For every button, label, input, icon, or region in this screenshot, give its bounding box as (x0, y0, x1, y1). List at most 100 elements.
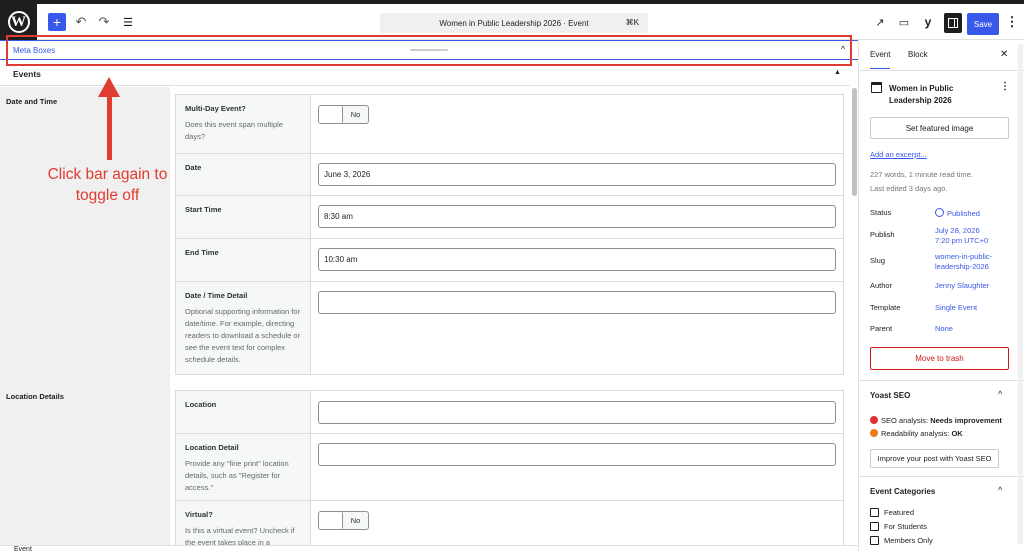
close-icon[interactable]: ✕ (1000, 49, 1008, 60)
checkbox[interactable] (870, 508, 879, 517)
yoast-panel-title[interactable]: Yoast SEO (870, 391, 910, 400)
field-name: Location (185, 400, 217, 409)
parent-value[interactable]: None (935, 324, 953, 334)
set-featured-image-button[interactable]: Set featured image (870, 117, 1009, 139)
checkbox[interactable] (870, 522, 879, 531)
sidebar-tabs: Event Block ✕ (859, 40, 1024, 71)
view-post-icon[interactable]: ↗ (873, 12, 887, 32)
last-edited: Last edited 3 days ago. (870, 184, 948, 193)
location-form: Location Location Detail Provide any "fi… (175, 390, 844, 551)
template-key: Template (870, 303, 901, 312)
preview-device-icon[interactable]: ▭ (897, 12, 911, 32)
category-checkbox[interactable]: Members Only (870, 536, 933, 545)
location-section-label: Location Details (6, 392, 64, 401)
toggle-value: No (350, 110, 361, 119)
breadcrumb[interactable]: Event (14, 546, 32, 553)
wordpress-icon: W (7, 11, 30, 33)
readability-label: Readability analysis: (881, 429, 950, 438)
form-row: Location Detail Provide any "fine print"… (176, 434, 843, 501)
divider (859, 380, 1024, 381)
move-to-trash-button[interactable]: Move to trash (870, 347, 1009, 370)
field-label-cell: Start Time (176, 196, 311, 238)
virtual-toggle[interactable]: No (318, 511, 369, 530)
field-name: End Time (185, 248, 219, 257)
field-description: Optional supporting information for date… (185, 307, 301, 364)
date-time-detail-input[interactable] (318, 291, 836, 314)
category-checkbox[interactable]: For Students (870, 522, 927, 531)
chevron-up-icon[interactable]: ^ (998, 485, 1002, 495)
checkbox[interactable] (870, 536, 879, 545)
field-label-cell: Date / Time Detail Optional supporting i… (176, 282, 311, 374)
field-name: Virtual? (185, 510, 213, 519)
post-title: Women in Public Leadership 2026 (889, 84, 954, 105)
drag-handle[interactable] (410, 49, 448, 51)
slug-value[interactable]: women-in-public- leadership-2026 (935, 252, 992, 272)
toggle-knob (319, 106, 343, 123)
events-panel-header[interactable]: Events ▲ (0, 62, 850, 86)
field-label-cell: Date (176, 154, 311, 195)
category-checkbox[interactable]: Featured (870, 508, 914, 517)
yoast-icon[interactable]: y (921, 12, 935, 32)
start-time-input[interactable]: 8:30 am (318, 205, 836, 228)
editor-toolbar: W + ↶ ↷ ☰ Women in Public Leadership 202… (0, 4, 1024, 40)
arrow-shaft (107, 94, 112, 160)
field-label-cell: Location Detail Provide any "fine print"… (176, 434, 311, 500)
settings-sidebar: Event Block ✕ Women in Public Leadership… (858, 40, 1024, 551)
location-input[interactable] (318, 401, 836, 424)
tab-block[interactable]: Block (908, 50, 928, 59)
status-value[interactable]: Published (935, 208, 980, 219)
field-label-cell: Multi-Day Event? Does this event span mu… (176, 95, 311, 153)
readability-analysis: Readability analysis: OK (870, 429, 963, 438)
field-description: Does this event span multiple days? (185, 120, 283, 141)
sidebar-scrollbar[interactable] (1018, 44, 1023, 544)
status-key: Status (870, 208, 892, 217)
event-categories-title[interactable]: Event Categories (870, 487, 935, 496)
author-key: Author (870, 281, 893, 290)
category-label: Featured (884, 508, 915, 517)
template-value[interactable]: Single Event (935, 303, 977, 313)
slug-key: Slug (870, 256, 886, 265)
field-name: Date / Time Detail (185, 291, 248, 300)
command-palette-bar[interactable]: Women in Public Leadership 2026 · Event … (380, 13, 648, 33)
section-label-column (0, 87, 170, 551)
field-label-cell: End Time (176, 239, 311, 281)
seo-value: Needs improvement (930, 416, 1002, 425)
location-detail-input[interactable] (318, 443, 836, 466)
shortcut-hint: ⌘K (625, 18, 639, 27)
toggle-value: No (350, 516, 361, 525)
post-actions-icon[interactable]: ⋮ (1000, 81, 1010, 92)
form-row: Start Time 8:30 am (176, 196, 843, 239)
field-label-cell: Location (176, 391, 311, 433)
field-description: Provide any "fine print" location detail… (185, 459, 289, 492)
seo-bad-icon (870, 416, 878, 424)
save-button[interactable]: Save (967, 13, 999, 35)
improve-yoast-button[interactable]: Improve your post with Yoast SEO (870, 449, 999, 468)
author-value[interactable]: Jenny Slaughter (935, 281, 989, 291)
meta-boxes-toggle-bar[interactable]: Meta Boxes ^ (0, 40, 858, 60)
form-row: Date / Time Detail Optional supporting i… (176, 282, 843, 374)
main-scrollbar[interactable] (852, 88, 857, 196)
tab-event[interactable]: Event (870, 50, 891, 69)
end-time-input[interactable]: 10:30 am (318, 248, 836, 271)
add-block-button[interactable]: + (48, 13, 66, 31)
redo-icon[interactable]: ↷ (97, 12, 111, 32)
add-excerpt-link[interactable]: Add an excerpt... (870, 150, 927, 159)
chevron-up-icon: ^ (841, 44, 846, 54)
annotation-text: Click bar again to toggle off (47, 166, 168, 204)
options-icon[interactable]: ⋮ (1006, 12, 1019, 32)
chevron-up-icon[interactable]: ^ (998, 389, 1002, 399)
field-name: Start Time (185, 205, 222, 214)
settings-sidebar-toggle[interactable] (944, 13, 962, 33)
list-view-icon[interactable]: ☰ (120, 12, 136, 32)
parent-key: Parent (870, 324, 893, 333)
date-input[interactable]: June 3, 2026 (318, 163, 836, 186)
multi-day-toggle[interactable]: No (318, 105, 369, 124)
wordpress-logo-button[interactable]: W (0, 4, 37, 40)
readability-value: OK (951, 429, 963, 438)
editor-footer: Event (0, 545, 858, 553)
status-value-text: Published (947, 209, 980, 218)
collapse-arrow-icon[interactable]: ▲ (834, 69, 841, 76)
field-name: Multi-Day Event? (185, 104, 246, 113)
undo-icon[interactable]: ↶ (74, 12, 88, 32)
publish-date-value[interactable]: July 28, 2026 7:20 pm UTC+0 (935, 226, 988, 246)
